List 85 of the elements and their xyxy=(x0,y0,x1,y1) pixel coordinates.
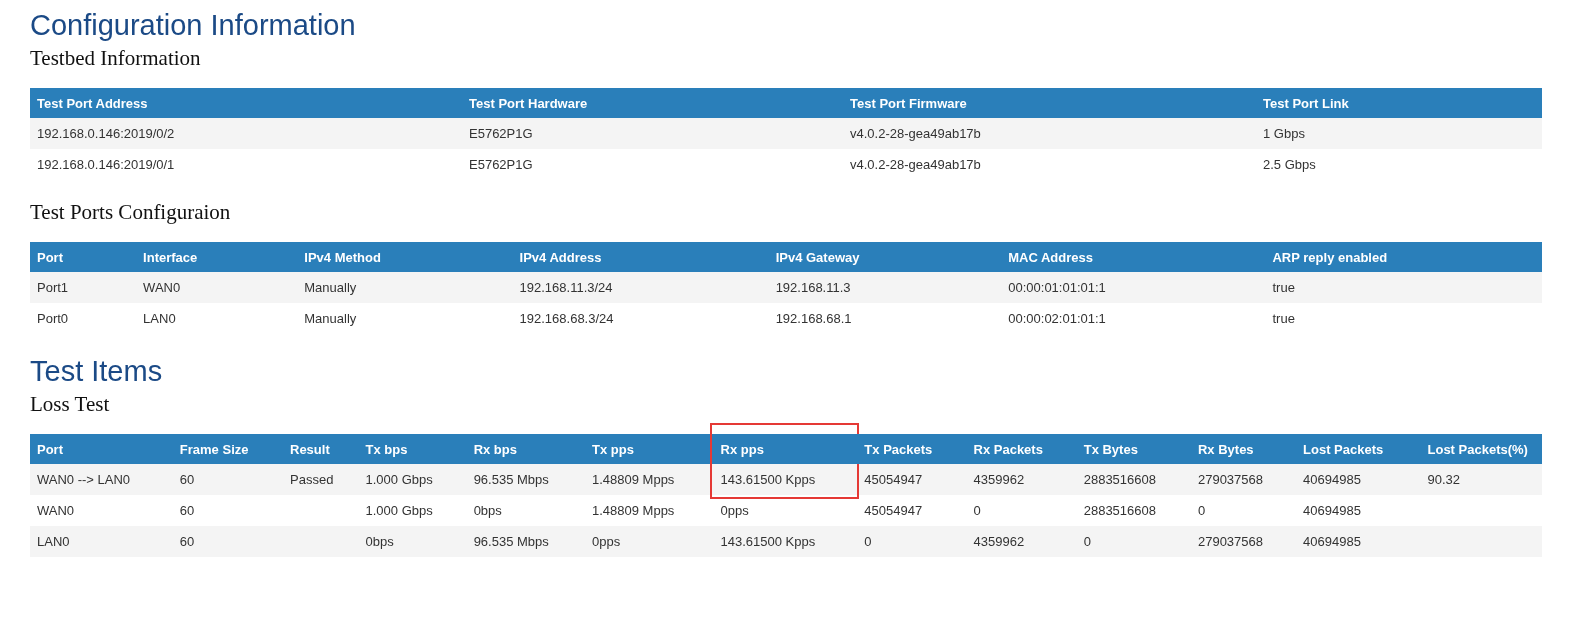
table-cell: 4359962 xyxy=(973,472,1025,487)
table-cell: 40694985 xyxy=(1303,534,1361,549)
table-cell: 0 xyxy=(1197,503,1206,518)
table-cell: 192.168.0.146:2019/0/2 xyxy=(37,126,175,141)
column-header: Frame Size xyxy=(172,434,283,464)
column-header: MAC Address xyxy=(1001,242,1266,272)
table-cell: 1.48809 Mpps xyxy=(591,472,675,487)
column-header: Rx bps xyxy=(466,434,585,464)
column-header: Port xyxy=(30,242,137,272)
table-cell: 279037568 xyxy=(1197,472,1264,487)
table-cell: Manually xyxy=(304,311,357,326)
table-cell: 192.168.68.3/24 xyxy=(519,311,614,326)
column-header: ARP reply enabled xyxy=(1265,242,1542,272)
table-cell: WAN0 --> LAN0 xyxy=(37,472,131,487)
table-cell: v4.0.2-28-gea49ab17b xyxy=(850,126,981,141)
table-cell: 192.168.68.1 xyxy=(775,311,852,326)
table-cell: 45054947 xyxy=(864,472,923,487)
table-cell: 2883516608 xyxy=(1083,503,1156,518)
table-cell: E5762P1G xyxy=(469,126,533,141)
column-header: Tx bps xyxy=(358,434,467,464)
table-cell: 143.61500 Kpps xyxy=(720,534,816,549)
table-cell: 60 xyxy=(179,534,195,549)
table-cell: 96.535 Mbps xyxy=(473,472,549,487)
subsection-title: Testbed Information xyxy=(30,45,202,72)
column-header: Lost Packets(%) xyxy=(1420,434,1542,464)
table-cell: Passed xyxy=(290,472,334,487)
column-header: Tx pps xyxy=(584,434,714,464)
table-cell: WAN0 xyxy=(37,503,75,518)
column-header: Test Port Hardware xyxy=(462,88,843,118)
table-cell: 00:00:02:01:01:1 xyxy=(1008,311,1106,326)
table-cell: 192.168.11.3 xyxy=(775,280,851,295)
table-cell: 279037568 xyxy=(1197,534,1264,549)
table-cell: 60 xyxy=(179,472,195,487)
table-cell: true xyxy=(1272,311,1295,326)
column-header: Result xyxy=(283,434,359,464)
table-cell: 60 xyxy=(179,503,195,518)
table-cell: Manually xyxy=(304,280,357,295)
column-header: IPv4 Address xyxy=(512,242,769,272)
table-cell: 192.168.11.3/24 xyxy=(519,280,613,295)
table-cell: 00:00:01:01:01:1 xyxy=(1008,280,1106,295)
table-cell: 1.000 Gbps xyxy=(365,503,433,518)
column-header: Test Port Firmware xyxy=(843,88,1256,118)
column-header: Port xyxy=(30,434,173,464)
column-header: Test Port Link xyxy=(1256,88,1542,118)
section-title: Test Items xyxy=(30,354,164,389)
table-cell: LAN0 xyxy=(143,311,176,326)
column-header: Tx Packets xyxy=(857,434,967,464)
table-cell: true xyxy=(1272,280,1295,295)
table-cell: Port0 xyxy=(37,311,69,326)
table-cell: 0pps xyxy=(591,534,621,549)
table-cell: 0 xyxy=(864,534,872,549)
column-header: Test Port Address xyxy=(30,88,462,118)
table-cell: 1 Gbps xyxy=(1263,126,1305,141)
table-cell: 192.168.0.146:2019/0/1 xyxy=(37,157,175,172)
column-header: Interface xyxy=(136,242,298,272)
table-cell: 0pps xyxy=(720,503,749,518)
table-cell: Port1 xyxy=(37,280,69,295)
table-cell: E5762P1G xyxy=(469,157,533,172)
table-cell: 90.32 xyxy=(1427,472,1461,487)
section-title: Configuration Information xyxy=(30,8,357,43)
table-cell: 0bps xyxy=(473,503,502,518)
table-cell: 1.48809 Mpps xyxy=(591,503,675,518)
table-cell: 4359962 xyxy=(973,534,1025,549)
column-header: IPv4 Gateway xyxy=(768,242,1002,272)
table-cell: WAN0 xyxy=(143,280,181,295)
table-cell: 40694985 xyxy=(1303,472,1361,487)
column-header: Rx Bytes xyxy=(1190,434,1297,464)
table-cell: 2883516608 xyxy=(1083,472,1156,487)
table-cell: v4.0.2-28-gea49ab17b xyxy=(850,157,981,172)
table-cell: 2.5 Gbps xyxy=(1263,157,1316,172)
column-header: Tx Bytes xyxy=(1076,434,1191,464)
table-cell: 45054947 xyxy=(864,503,923,518)
table-cell: 40694985 xyxy=(1303,503,1361,518)
table-cell: 143.61500 Kpps xyxy=(720,472,816,487)
table-cell: LAN0 xyxy=(37,534,70,549)
subsection-title: Test Ports Configuraion xyxy=(30,199,232,226)
table-cell: 0 xyxy=(1083,534,1091,549)
subsection-title: Loss Test xyxy=(30,391,111,418)
column-header: Rx Packets xyxy=(966,434,1077,464)
table-cell: 0bps xyxy=(365,534,394,549)
table-cell: 0 xyxy=(973,503,981,518)
column-header: Lost Packets xyxy=(1296,434,1421,464)
table-cell: 1.000 Gbps xyxy=(365,472,433,487)
table-cell: 96.535 Mbps xyxy=(473,534,549,549)
column-header: IPv4 Method xyxy=(297,242,513,272)
